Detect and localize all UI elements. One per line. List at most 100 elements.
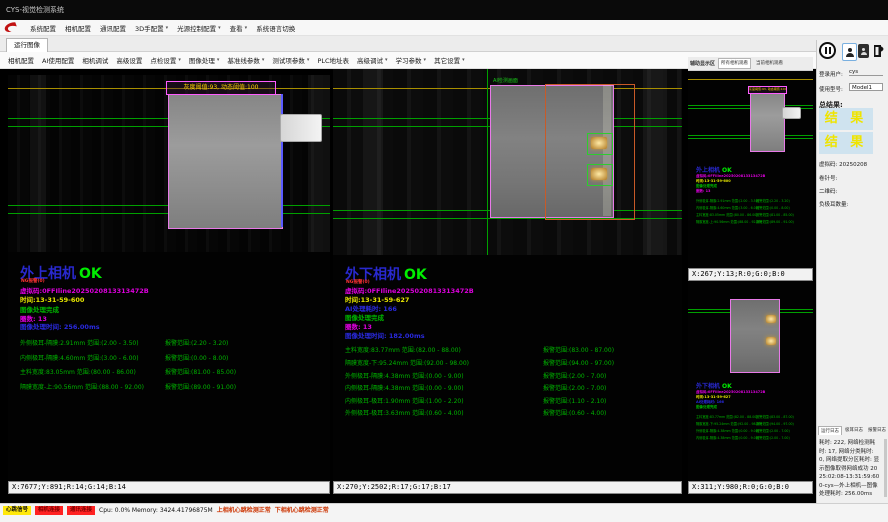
- log-tab-alarm[interactable]: 报警日志: [866, 426, 888, 435]
- measurement-row: 主料宽度:83.77mm 范围:(82.00 - 88.00): [345, 345, 461, 354]
- center-camera-image[interactable]: AI检测画面: [333, 69, 682, 255]
- reel-number-label: 卷针号:: [819, 174, 837, 182]
- tool-spot-check[interactable]: 点检设置▾: [150, 55, 181, 65]
- menu-item-camera-config[interactable]: 相机配置: [65, 23, 91, 33]
- tool-baseline-params[interactable]: 基准线参数▾: [227, 55, 264, 65]
- tool-plc-address-table[interactable]: PLC地址表: [317, 55, 349, 65]
- mini-measurement: 主料宽度:83.77mm 范围:(82.00 - 88.00): [696, 414, 758, 419]
- barcode-value: 20250208: [839, 162, 867, 168]
- center-camera-panel: AI检测画面 外下相机OK NG报警(0) 虚拟码:0FFIline202502…: [333, 69, 682, 494]
- user-manage-button[interactable]: [858, 44, 869, 58]
- brand-logo-icon: [4, 21, 19, 34]
- alarm-range: 报警范围:(2.00 - 7.00): [543, 371, 606, 380]
- chevron-down-icon: ▾: [217, 57, 220, 63]
- menu-item-language-switch[interactable]: 系统语言切换: [256, 23, 295, 33]
- menu-item-comm-config[interactable]: 通讯配置: [100, 23, 126, 33]
- tool-test-item-params[interactable]: 测试项参数▾: [272, 55, 309, 65]
- tool-camera-config[interactable]: 相机配置: [8, 55, 34, 65]
- alarm-range: 报警范围:(1.10 - 2.10): [543, 396, 606, 405]
- camera-connection-badge: 相机连接: [35, 506, 63, 515]
- user-login-button[interactable]: [842, 43, 857, 61]
- log-scrollbar[interactable]: [884, 439, 887, 497]
- measurement-row: 外侧极耳-极耳:3.63mm 范围:(0.60 - 4.00): [345, 408, 464, 417]
- chevron-down-icon: ▾: [424, 57, 427, 63]
- login-user-value[interactable]: cys: [849, 69, 883, 76]
- mini-measurement: 主料宽度:83.05mm 范围:(80.00 - 86.00): [696, 212, 758, 217]
- mini-measurement: 隔膜宽度-下:95.24mm 范围:(92.00 - 98.00): [696, 421, 762, 426]
- aux-bottom-coord-bar: X:311;Y:980;R:0;G:0;B:0: [688, 481, 813, 494]
- tool-camera-debug[interactable]: 相机调试: [82, 55, 108, 65]
- control-panel: 登录用户: cys 使用型号: Model1 总结果: 结 果 结 果 虚拟码:…: [816, 40, 888, 503]
- alarm-range: 报警范围:(2.00 - 7.00): [543, 383, 606, 392]
- chevron-down-icon: ▾: [262, 57, 265, 63]
- aux-column: 辅助显示区 所有相机观看 当前相机观看 灰度阈值:93, 动态阈值:100 外上…: [688, 57, 813, 494]
- mini-measurement: 外侧极耳-隔膜:2.91mm 范围:(2.00 - 3.50): [696, 198, 759, 203]
- menu-item-light-control[interactable]: 光源控制配置▾: [177, 23, 221, 33]
- mini-result-title: 外上相机OK: [696, 165, 732, 174]
- aux-tab-current-camera[interactable]: 当前相机观看: [754, 59, 785, 68]
- left-time: 时间:13-31-59-600: [20, 294, 84, 304]
- chevron-down-icon: ▾: [307, 57, 310, 63]
- tool-image-processing[interactable]: 图像处理▾: [189, 55, 220, 65]
- chevron-down-icon: ▾: [245, 25, 248, 31]
- mini-count: 圈数: 13: [696, 189, 711, 194]
- tool-advanced-settings[interactable]: 高级设置: [116, 55, 142, 65]
- mini-measurement: 内侧极耳-隔膜:4.60mm 范围:(3.00 - 6.00): [696, 205, 759, 210]
- roi-green-box: [587, 164, 613, 186]
- tool-other-settings[interactable]: 其它设置▾: [434, 55, 465, 65]
- machine-column-highlight: [643, 69, 667, 255]
- mini-alarm: 报警范围:(81.00 - 85.00): [756, 212, 794, 217]
- aux-top-coord-bar: X:267;Y:13;R:0;G:0;B:0: [688, 268, 813, 281]
- barcode-label: 虚拟码: 20250208: [819, 160, 867, 168]
- mini-measurement: 内侧极耳-隔膜:4.38mm 范围:(0.00 - 9.00): [696, 435, 759, 440]
- comm-connection-badge: 通讯连接: [67, 506, 95, 515]
- mini-measurement: 外侧极耳-隔膜:4.38mm 范围:(0.00 - 9.00): [696, 428, 759, 433]
- cpu-memory-text: Cpu: 0.0% Memory: 3424.41796875M: [99, 506, 213, 515]
- tab-run-image[interactable]: 运行图像: [6, 38, 48, 52]
- aux-header: 辅助显示区 所有相机观看 当前相机观看: [688, 57, 813, 71]
- measurement-row: 隔膜宽度-上:90.56mm 范围:(88.00 - 92.00): [20, 382, 144, 391]
- mini-alarm: 报警范围:(2.20 - 3.20): [756, 198, 790, 203]
- tool-advanced-debug[interactable]: 高级调试▾: [357, 55, 388, 65]
- log-tab-tab[interactable]: 极耳日志: [843, 426, 865, 435]
- alarm-range: 报警范围:(89.00 - 91.00): [165, 382, 236, 391]
- inspected-part-mini: [750, 93, 785, 152]
- model-value[interactable]: Model1: [849, 83, 883, 91]
- aux-view-top[interactable]: 灰度阈值:93, 动态阈值:100 外上相机OK 虚拟码:0FFIline202…: [688, 71, 813, 268]
- tool-learning-params[interactable]: 学习参数▾: [396, 55, 427, 65]
- menu-item-view[interactable]: 查看▾: [230, 23, 248, 33]
- menu-item-3d-hand-config[interactable]: 3D手配置▾: [135, 23, 168, 33]
- result-block-2: 结 果: [819, 132, 873, 154]
- mini-alarm: 报警范围:(2.00 - 7.00): [756, 435, 790, 440]
- result-block-1: 结 果: [819, 108, 873, 130]
- aux-tab-all-cameras[interactable]: 所有相机观看: [718, 58, 751, 69]
- upper-camera-heartbeat-text: 上相机心跳检测正常: [217, 506, 271, 515]
- exit-button[interactable]: [872, 43, 886, 59]
- log-tab-run[interactable]: 运行日志: [818, 426, 842, 435]
- inspected-part-mini: [730, 299, 780, 373]
- user-icon: [846, 53, 854, 57]
- menu-item-system-config[interactable]: 系统配置: [30, 23, 56, 33]
- aux-view-bottom[interactable]: 外下相机OK 虚拟码:0FFIline2025020813313472B 时间:…: [688, 281, 813, 481]
- ai-view-label: AI检测画面: [493, 77, 518, 84]
- tab-strip: 运行图像: [0, 36, 888, 52]
- machine-column-highlight: [363, 69, 383, 255]
- alarm-range: 报警范围:(2.20 - 3.20): [165, 338, 228, 347]
- tool-ai-usage-config[interactable]: AI使用配置: [42, 55, 74, 65]
- green-vertical-line: [487, 69, 488, 255]
- negative-tab-count-label: 负极耳数量:: [819, 200, 848, 208]
- qr-code-label: 二维码:: [819, 187, 837, 195]
- mini-alarm: 报警范围:(0.00 - 8.00): [756, 205, 790, 210]
- lower-camera-heartbeat-text: 下相机心跳检测正常: [275, 506, 329, 515]
- threshold-overlay-mini: 灰度阈值:93, 动态阈值:100: [748, 86, 787, 94]
- tab-highlight-spot: [766, 315, 776, 323]
- left-ng-text: NG报警(0): [21, 278, 45, 284]
- window-title: CYS-视觉检测系统: [0, 0, 888, 20]
- exit-door-icon: [872, 43, 886, 59]
- left-camera-image[interactable]: 灰度阈值:93, 动态阈值:100: [8, 75, 330, 252]
- alarm-range: 报警范围:(94.00 - 97.00): [543, 358, 614, 367]
- mini-alarm: 报警范围:(94.00 - 97.00): [756, 421, 794, 426]
- pause-button[interactable]: [819, 42, 836, 59]
- chevron-down-icon: ▾: [218, 25, 221, 31]
- chevron-down-icon: ▾: [178, 57, 181, 63]
